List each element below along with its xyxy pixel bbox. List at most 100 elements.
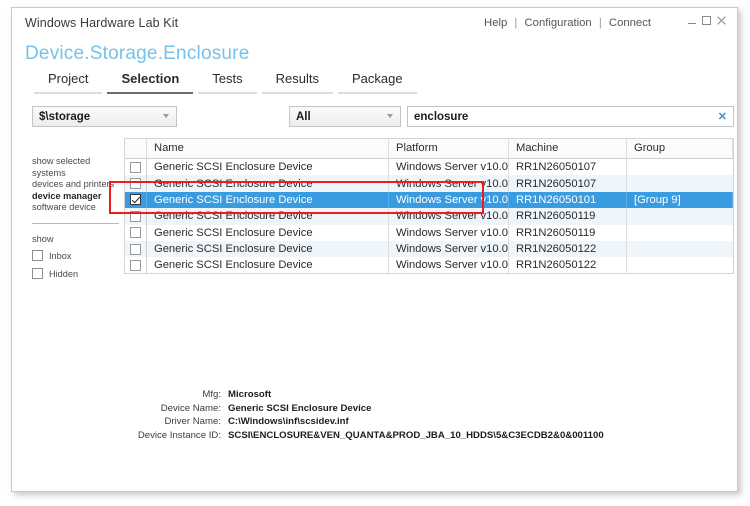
- row-select-cell[interactable]: [125, 159, 147, 176]
- row-platform-cell: Windows Server v10.0 1: [389, 191, 509, 209]
- column-header-select[interactable]: [125, 139, 147, 158]
- sidebar-divider: [32, 222, 119, 224]
- row-machine-cell: RR1N26050101: [509, 191, 627, 209]
- scope-dropdown-value: $\storage: [39, 110, 91, 123]
- row-platform-cell: Windows Server v10.0 1: [389, 175, 509, 192]
- checkbox-icon[interactable]: [130, 161, 141, 173]
- window-controls: [688, 15, 727, 26]
- row-platform-cell: Windows Server v10.0 1: [389, 224, 509, 241]
- checkbox-icon: [32, 250, 43, 262]
- filter-sidebar: show selected systems devices and printe…: [32, 156, 125, 284]
- scope-dropdown[interactable]: $\storage: [32, 106, 177, 127]
- column-header-name[interactable]: Name: [147, 139, 389, 158]
- row-group-cell: [627, 225, 733, 241]
- connect-link[interactable]: Connect: [609, 17, 651, 29]
- tab-selection[interactable]: Selection: [107, 71, 194, 94]
- row-name-cell: Generic SCSI Enclosure Device: [147, 224, 389, 241]
- close-icon[interactable]: [716, 15, 727, 26]
- type-dropdown-value: All: [296, 110, 311, 123]
- table-row[interactable]: Generic SCSI Enclosure Device Windows Se…: [125, 257, 733, 274]
- row-name-cell: Generic SCSI Enclosure Device: [147, 191, 389, 209]
- row-group-cell: [627, 257, 733, 272]
- table-row[interactable]: Generic SCSI Enclosure Device Windows Se…: [125, 208, 733, 225]
- row-platform-cell: Windows Server v10.0 1: [389, 240, 509, 258]
- row-name-cell: Generic SCSI Enclosure Device: [147, 159, 389, 176]
- detail-label-device-name: Device Name:: [160, 402, 221, 414]
- table-row[interactable]: Generic SCSI Enclosure Device Windows Se…: [125, 240, 733, 258]
- help-link[interactable]: Help: [484, 17, 507, 29]
- column-header-group[interactable]: Group: [627, 139, 733, 158]
- sidebar-item-software-device[interactable]: software device: [32, 202, 125, 214]
- top-navigation: Help | Configuration | Connect: [484, 17, 651, 29]
- sidebar-checkbox-hidden-label: Hidden: [49, 268, 79, 279]
- type-dropdown[interactable]: All: [289, 106, 401, 127]
- device-details-panel: Mfg: Microsoft Device Name: Generic SCSI…: [132, 388, 604, 442]
- detail-label-device-instance-id: Device Instance ID:: [137, 429, 221, 441]
- row-machine-cell: RR1N26050119: [509, 224, 627, 241]
- sidebar-item-devices-and-printers[interactable]: devices and printers: [32, 179, 125, 191]
- row-platform-cell: Windows Server v10.0 1: [389, 257, 509, 273]
- table-row[interactable]: Generic SCSI Enclosure Device Windows Se…: [125, 224, 733, 241]
- column-header-platform[interactable]: Platform: [389, 139, 509, 158]
- checkbox-checked-icon[interactable]: [130, 194, 141, 206]
- row-machine-cell: RR1N26050107: [509, 159, 627, 176]
- table-row-selected[interactable]: Generic SCSI Enclosure Device Windows Se…: [125, 191, 733, 209]
- nav-separator-2: |: [598, 17, 602, 29]
- detail-value-device-instance-id: SCSI\ENCLOSURE&VEN_QUANTA&PROD_JBA_10_HD…: [228, 429, 604, 441]
- sidebar-item-show-selected[interactable]: show selected: [32, 156, 125, 168]
- checkbox-icon[interactable]: [130, 243, 141, 255]
- row-select-cell[interactable]: [125, 240, 147, 258]
- row-select-cell[interactable]: [125, 224, 147, 241]
- app-title: Windows Hardware Lab Kit: [25, 16, 179, 30]
- detail-label-driver-name: Driver Name:: [164, 416, 221, 427]
- row-select-cell[interactable]: [125, 208, 147, 225]
- detail-value-mfg: Microsoft: [228, 389, 272, 400]
- maximize-icon[interactable]: [702, 16, 711, 25]
- tab-results[interactable]: Results: [261, 71, 333, 94]
- row-name-cell: Generic SCSI Enclosure Device: [147, 240, 389, 258]
- clear-search-icon[interactable]: ✕: [718, 111, 727, 123]
- checkbox-icon[interactable]: [130, 259, 141, 271]
- row-name-cell: Generic SCSI Enclosure Device: [147, 208, 389, 225]
- search-input[interactable]: enclosure ✕: [407, 106, 734, 127]
- sidebar-item-systems[interactable]: systems: [32, 168, 125, 180]
- column-header-machine[interactable]: Machine: [509, 139, 627, 158]
- row-machine-cell: RR1N26050119: [509, 208, 627, 225]
- title-bar: Windows Hardware Lab Kit Help | Configur…: [12, 8, 737, 40]
- row-platform-cell: Windows Server v10.0 1: [389, 159, 509, 176]
- row-select-cell[interactable]: [125, 191, 147, 209]
- sidebar-checkbox-hidden[interactable]: Hidden: [32, 266, 125, 282]
- row-select-cell[interactable]: [125, 257, 147, 273]
- detail-value-device-name: Generic SCSI Enclosure Device: [228, 402, 372, 414]
- row-select-cell[interactable]: [125, 175, 147, 192]
- detail-value-driver-name: C:\Windows\inf\scsidev.inf: [228, 416, 349, 427]
- detail-label-mfg: Mfg:: [202, 389, 221, 400]
- row-group-cell: [Group 9]: [627, 191, 733, 209]
- row-group-cell: [627, 159, 733, 175]
- row-machine-cell: RR1N26050122: [509, 257, 627, 273]
- row-group-cell: [627, 241, 733, 257]
- sidebar-show-label: show: [32, 233, 54, 244]
- table-header-row: Name Platform Machine Group: [125, 139, 733, 159]
- checkbox-icon[interactable]: [130, 227, 141, 239]
- detail-row-device-name: Device Name: Generic SCSI Enclosure Devi…: [132, 402, 604, 416]
- chevron-down-icon: [387, 114, 393, 118]
- minimize-icon[interactable]: [688, 17, 697, 25]
- checkbox-icon: [32, 268, 43, 280]
- row-machine-cell: RR1N26050107: [509, 175, 627, 192]
- detail-row-driver-name: Driver Name: C:\Windows\inf\scsidev.inf: [132, 415, 604, 429]
- checkbox-icon[interactable]: [130, 210, 141, 222]
- checkbox-icon[interactable]: [130, 178, 141, 190]
- chevron-down-icon: [163, 114, 169, 118]
- table-row[interactable]: Generic SCSI Enclosure Device Windows Se…: [125, 175, 733, 192]
- tab-bar: Project Selection Tests Results Package: [34, 71, 422, 94]
- nav-separator-1: |: [514, 17, 518, 29]
- sidebar-item-device-manager[interactable]: device manager: [32, 191, 125, 203]
- tab-tests[interactable]: Tests: [198, 71, 257, 94]
- configuration-link[interactable]: Configuration: [525, 17, 592, 29]
- tab-project[interactable]: Project: [34, 71, 103, 94]
- table-row[interactable]: Generic SCSI Enclosure Device Windows Se…: [125, 159, 733, 176]
- sidebar-checkbox-inbox-label: Inbox: [49, 250, 72, 261]
- sidebar-checkbox-inbox[interactable]: Inbox: [32, 248, 125, 264]
- tab-package[interactable]: Package: [337, 71, 417, 94]
